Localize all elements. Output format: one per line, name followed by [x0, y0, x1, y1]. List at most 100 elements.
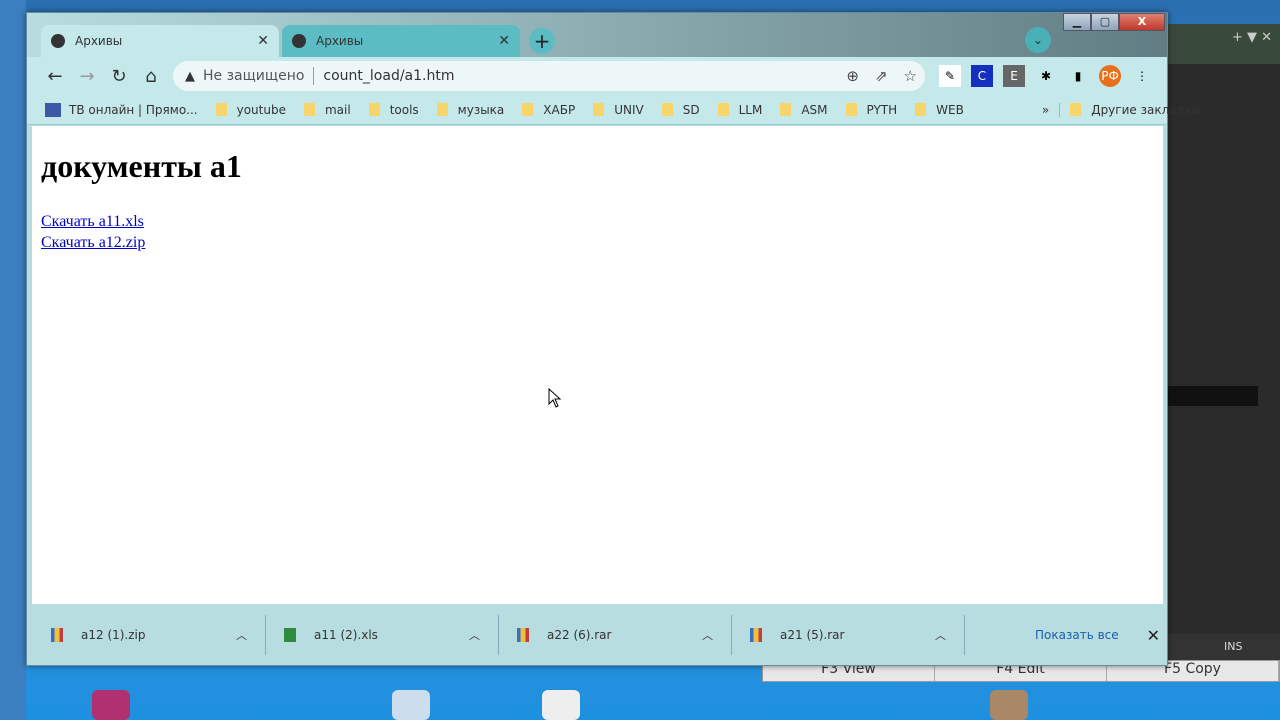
folder-icon — [717, 103, 729, 116]
show-all-downloads-link[interactable]: Показать все — [1035, 628, 1119, 642]
desktop-icons-strip — [0, 0, 26, 720]
page-content: документы a1 Скачать a11.xls Скачать a12… — [32, 126, 1163, 604]
share-icon[interactable]: ⇗ — [875, 67, 888, 85]
divider — [313, 67, 315, 85]
folder-icon — [661, 103, 673, 116]
ins-status: INS — [1224, 640, 1243, 653]
globe-icon — [51, 34, 65, 48]
app-icon[interactable] — [392, 690, 430, 720]
extension-pen-icon[interactable]: ✎ — [939, 65, 961, 87]
close-downloads-icon[interactable]: ✕ — [1147, 626, 1160, 645]
other-bookmarks[interactable]: Другие закладки — [1059, 102, 1200, 117]
home-icon[interactable]: ⌂ — [135, 66, 167, 87]
download-item[interactable]: a12 (1).zip ︿ — [33, 615, 266, 655]
bookmark-label: youtube — [236, 102, 286, 117]
warning-icon[interactable]: ▲ — [185, 69, 195, 84]
bookmark-folder[interactable]: tools — [368, 102, 419, 117]
bookmark-tv[interactable]: ТВ онлайн | Прямо... — [45, 102, 198, 117]
bookmark-folder[interactable]: WEB — [915, 103, 964, 117]
tab-label: Архивы — [316, 34, 364, 48]
bookmark-folder[interactable]: mail — [303, 102, 351, 117]
background-window: + ▼ ✕ INS — [1166, 24, 1280, 660]
bookmark-folder[interactable]: ХАБР — [522, 103, 575, 117]
maximize-button[interactable]: ▢ — [1091, 13, 1119, 31]
mouse-cursor-icon — [548, 388, 562, 408]
download-item[interactable]: a11 (2).xls ︿ — [266, 615, 499, 655]
download-name: a11 (2).xls — [314, 628, 378, 642]
archive-icon — [517, 628, 529, 642]
download-link-a12-zip[interactable]: Скачать a12.zip — [41, 232, 1154, 253]
folder-icon — [522, 103, 534, 116]
back-arrow-icon[interactable]: ← — [39, 66, 71, 87]
close-tab-icon[interactable]: ✕ — [498, 33, 510, 49]
more-bookmarks-icon[interactable]: » — [1042, 103, 1049, 117]
desktop-taskbar-icons — [0, 690, 1280, 720]
download-link-a11-xls[interactable]: Скачать a11.xls — [41, 211, 1154, 232]
selected-line — [1166, 386, 1258, 406]
game-app-icon[interactable] — [990, 690, 1028, 720]
chevron-up-icon[interactable]: ︿ — [702, 627, 713, 643]
bookmark-folder[interactable]: ASM — [780, 102, 828, 117]
bookmark-label: WEB — [936, 102, 964, 117]
chevron-up-icon[interactable]: ︿ — [469, 627, 480, 643]
download-name: a22 (6).rar — [547, 628, 612, 642]
close-tab-icon[interactable]: ✕ — [257, 33, 269, 49]
tab-archives-active[interactable]: Архивы ✕ — [41, 25, 279, 57]
toolbar: ← → ↻ ⌂ ▲ Не защищено count_load/a1.htm … — [27, 57, 1167, 95]
bookmark-label: ASM — [801, 102, 828, 117]
zoom-icon[interactable]: ⊕ — [846, 67, 859, 85]
folder-icon — [780, 103, 792, 116]
chevron-up-icon[interactable]: ︿ — [935, 627, 946, 643]
bookmark-label: mail — [324, 102, 351, 117]
tab-archives[interactable]: Архивы ✕ — [282, 25, 520, 57]
folder-icon — [436, 103, 448, 116]
side-panel-icon[interactable]: ▮ — [1067, 65, 1089, 87]
archive-icon — [750, 628, 762, 642]
menu-icon[interactable]: ⋮ — [1131, 65, 1153, 87]
bookmark-folder[interactable]: PYTH — [845, 103, 897, 117]
download-name: a21 (5).rar — [780, 628, 845, 642]
page-heading: документы a1 — [41, 148, 242, 184]
bookmark-folder[interactable]: SD — [661, 102, 700, 117]
security-label[interactable]: Не защищено — [203, 68, 304, 84]
bookmark-folder[interactable]: LLM — [717, 102, 763, 117]
fs-app-icon[interactable] — [92, 690, 130, 720]
url-text[interactable]: count_load/a1.htm — [323, 68, 454, 84]
bookmark-label: ТВ онлайн | Прямо... — [69, 102, 198, 117]
bookmark-folder[interactable]: музыка — [436, 103, 504, 117]
minimize-button[interactable]: ▁ — [1063, 13, 1091, 31]
extension-e-icon[interactable]: E — [1003, 65, 1025, 87]
folder-icon — [215, 103, 227, 116]
chevron-up-icon[interactable]: ︿ — [236, 627, 247, 643]
tab-search-chevron-icon[interactable]: ⌄ — [1025, 27, 1051, 53]
reload-icon[interactable]: ↻ — [103, 66, 135, 87]
globe-icon — [292, 34, 306, 48]
folder-icon — [1070, 103, 1082, 116]
folder-icon — [368, 103, 380, 116]
bookmark-folder[interactable]: youtube — [215, 102, 286, 117]
tv-icon — [45, 102, 61, 117]
tab-label: Архивы — [75, 34, 123, 48]
forward-arrow-icon[interactable]: → — [71, 66, 103, 87]
download-item[interactable]: a22 (6).rar ︿ — [499, 615, 732, 655]
bookmarks-bar: ТВ онлайн | Прямо... youtube mail tools … — [27, 95, 1200, 125]
record-app-icon[interactable] — [542, 690, 580, 720]
star-icon[interactable]: ☆ — [904, 67, 917, 85]
background-window-controls[interactable]: + ▼ ✕ — [1166, 24, 1280, 64]
bookmark-folder[interactable]: UNIV — [593, 103, 644, 117]
new-tab-button[interactable]: + — [529, 28, 555, 54]
extension-c-icon[interactable]: C — [971, 65, 993, 87]
profile-avatar[interactable]: РФ — [1099, 65, 1121, 87]
address-bar[interactable]: ▲ Не защищено count_load/a1.htm ⊕ ⇗ ☆ — [173, 61, 925, 91]
download-name: a12 (1).zip — [81, 628, 146, 642]
bookmark-label: UNIV — [614, 102, 644, 117]
folder-icon — [845, 103, 857, 116]
window-close-button[interactable]: X — [1119, 13, 1165, 31]
folder-icon — [303, 103, 315, 116]
bookmark-label: LLM — [738, 102, 763, 117]
puzzle-icon[interactable]: ✱ — [1035, 65, 1057, 87]
download-item[interactable]: a21 (5).rar ︿ — [732, 615, 965, 655]
bookmark-label: SD — [682, 102, 700, 117]
bookmark-label: tools — [389, 102, 419, 117]
excel-file-icon — [284, 628, 296, 642]
